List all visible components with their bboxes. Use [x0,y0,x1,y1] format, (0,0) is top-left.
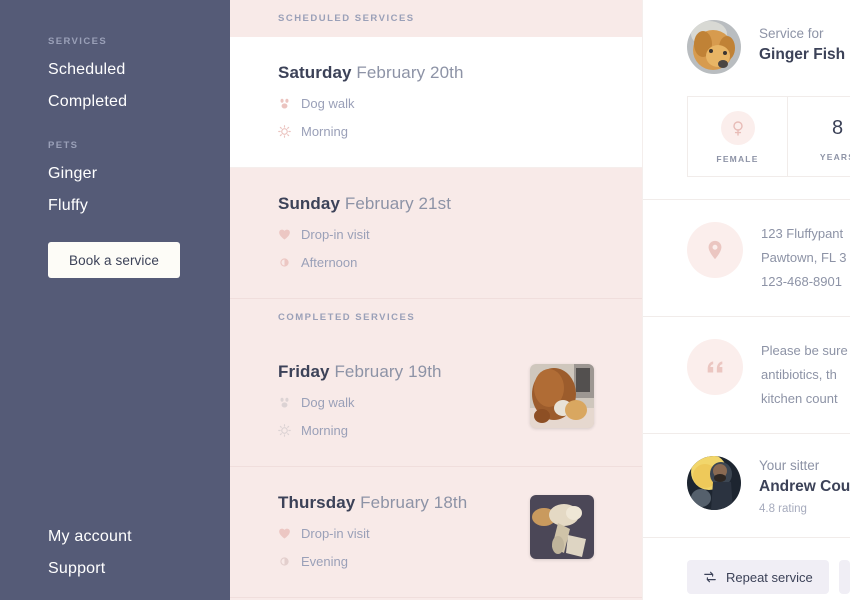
address-phone: 123-468-8901 [761,274,842,290]
service-time-label: Afternoon [301,255,358,270]
note-line-3: kitchen count [761,391,838,407]
secondary-action-button[interactable] [838,560,850,595]
sidebar-item-support[interactable]: Support [48,560,132,578]
sidebar-services-group: SERVICES Scheduled Completed [48,36,127,111]
service-row[interactable]: Saturday February 20th Dog walk Morning [230,37,642,168]
repeat-service-label: Repeat service [726,569,813,585]
service-weekday: Thursday [278,493,356,512]
paw-icon [280,98,289,109]
stat-gender: FEMALE [688,97,788,176]
sun-icon [278,424,291,437]
location-pin-icon-wrap [687,222,743,278]
address-line-1: 123 Fluffypant [761,226,844,241]
pet-text: Service for Ginger Fish [759,20,845,74]
stat-age-label: YEARS [819,152,850,162]
service-photo[interactable] [530,364,594,428]
sidebar-footer: My account Support [48,528,132,578]
note-row: Please be sure antibiotics, th kitchen c… [643,317,850,435]
service-date: Sunday February 21st [278,194,594,214]
address-row: 123 Fluffypant Pawtown, FL 3 123-468-890… [643,199,850,318]
scheduled-services-header: SCHEDULED SERVICES [230,0,642,37]
stat-age: 8 YEARS [788,97,850,176]
sitter-name: Andrew Cou [759,478,850,496]
service-date: Saturday February 20th [278,63,594,83]
half-sun-icon [280,258,289,267]
service-weekday: Sunday [278,194,341,213]
service-type-label: Drop-in visit [301,227,370,242]
dog-photo-1 [530,364,594,428]
service-weekday: Friday [278,362,330,381]
female-icon-wrap [720,111,755,145]
sidebar-pets-group: PETS Ginger Fluffy [48,140,97,215]
location-pin-icon [708,240,722,260]
completed-services-header: COMPLETED SERVICES [230,299,642,336]
service-row[interactable]: Friday February 19th Dog walk Morning [230,336,642,467]
book-a-service-button[interactable]: Book a service [48,242,180,278]
sidebar-item-ginger[interactable]: Ginger [48,165,97,183]
address-line-2: Pawtown, FL 3 [761,250,847,266]
dog-photo-2 [530,495,594,559]
service-row[interactable]: Sunday February 21st Drop-in visit After… [230,168,642,299]
service-type-label: Dog walk [301,96,355,111]
sitter-avatar [687,456,741,511]
sitter-text: Your sitter Andrew Cou 4.8 rating [759,456,850,515]
avatar[interactable] [687,20,741,74]
service-time-label: Morning [301,124,348,139]
sitter-rating: 4.8 rating [759,503,807,516]
pet-stats: FEMALE 8 YEARS [687,96,850,177]
heart-icon [279,528,290,539]
service-daymonth: February 19th [334,362,442,381]
service-for-label: Service for [759,26,824,41]
paw-icon [280,397,289,408]
address-text: 123 Fluffypant Pawtown, FL 3 123-468-890… [761,222,847,294]
sidebar-item-my-account[interactable]: My account [48,528,132,546]
note-line-2: antibiotics, th [761,367,837,383]
service-type-label: Drop-in visit [301,526,370,541]
service-row[interactable]: Thursday February 18th Drop-in visit Eve… [230,467,642,598]
female-icon [732,121,743,136]
pet-header: Service for Ginger Fish [643,0,850,74]
sidebar-item-scheduled[interactable]: Scheduled [48,61,127,79]
sidebar-pets-label: PETS [48,140,79,151]
service-time-row: Afternoon [278,255,594,270]
service-daymonth: February 21st [344,194,452,213]
service-weekday: Saturday [278,63,352,82]
service-time-row: Morning [278,124,594,139]
quote-icon-wrap [687,339,743,396]
stat-age-value: 8 [831,117,844,139]
quote-icon [707,361,723,373]
sidebar-services-label: SERVICES [48,36,108,47]
service-time-label: Morning [301,423,348,438]
service-list: SCHEDULED SERVICES Saturday February 20t… [230,0,642,600]
repeat-icon [704,571,716,583]
service-daymonth: February 18th [360,493,468,512]
pet-name: Ginger Fish [759,46,846,63]
golden-retriever-avatar [687,20,741,74]
avatar[interactable] [687,456,741,511]
app-root: SERVICES Scheduled Completed PETS Ginger… [0,0,850,600]
service-type-row: Dog walk [278,96,594,111]
sidebar-item-fluffy[interactable]: Fluffy [48,197,97,215]
service-photo[interactable] [530,495,594,559]
sidebar-item-completed[interactable]: Completed [48,93,127,111]
service-type-row: Drop-in visit [278,227,594,242]
sidebar: SERVICES Scheduled Completed PETS Ginger… [0,0,230,600]
heart-icon [279,229,290,240]
half-sun-icon [280,557,289,566]
service-type-label: Dog walk [301,395,355,410]
service-daymonth: February 20th [356,63,464,82]
sun-icon [278,125,291,138]
detail-actions: Repeat service [643,538,850,595]
detail-panel: Service for Ginger Fish FEMALE 8 YEARS [642,0,850,600]
sitter-label: Your sitter [759,458,820,474]
service-time-label: Evening [301,554,348,569]
note-line-1: Please be sure [761,343,848,359]
sitter-row: Your sitter Andrew Cou 4.8 rating [643,434,850,539]
note-text: Please be sure antibiotics, th kitchen c… [761,339,848,411]
repeat-service-button[interactable]: Repeat service [687,560,829,595]
stat-gender-label: FEMALE [716,154,759,164]
